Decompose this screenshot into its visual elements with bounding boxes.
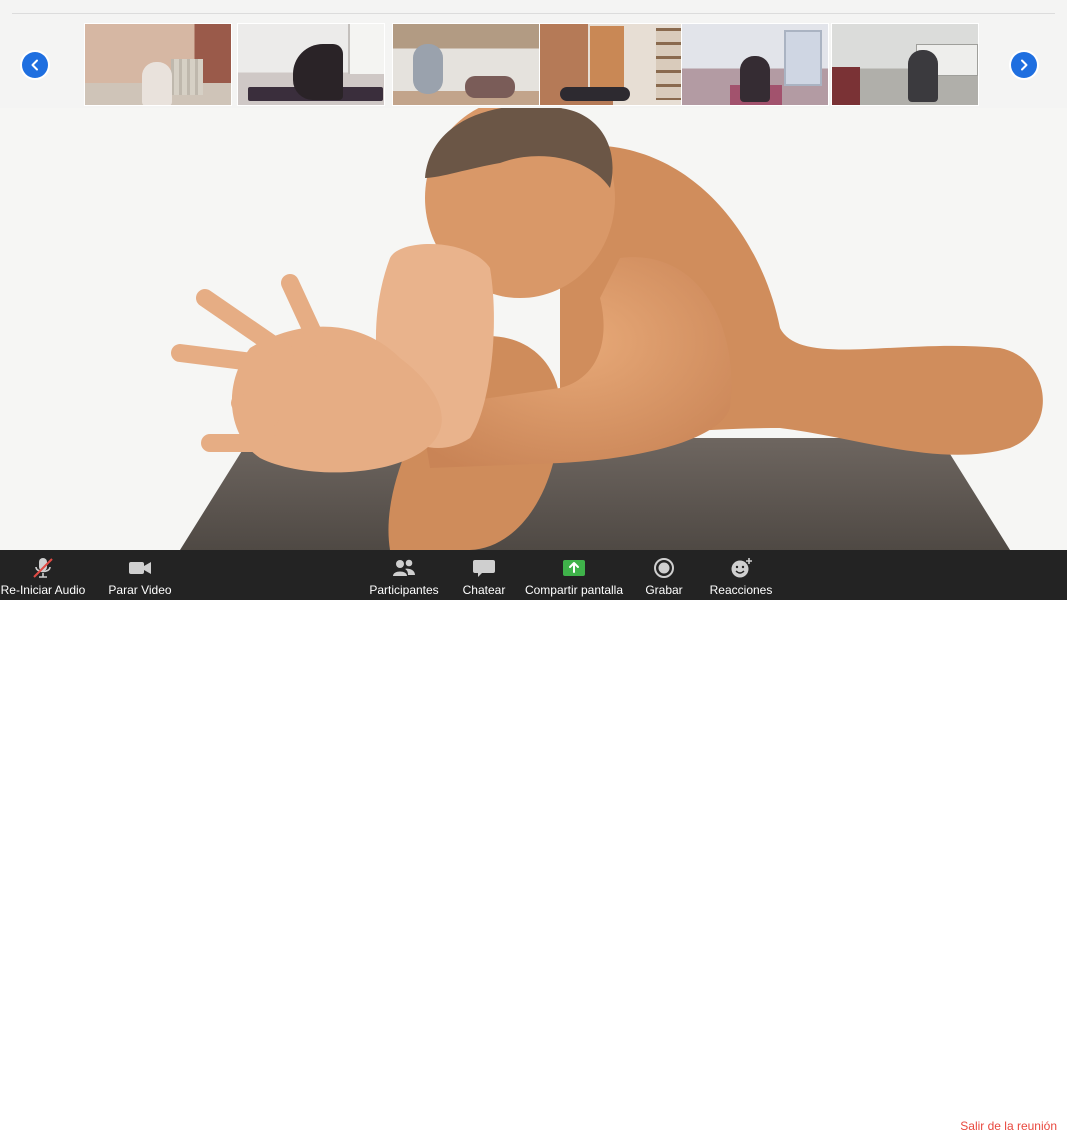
chat-label: Chatear	[462, 583, 506, 597]
participants-count: 154	[418, 1106, 437, 1118]
participant-figure	[465, 76, 515, 98]
participant-figure	[908, 50, 938, 102]
gallery-next-button[interactable]	[1011, 52, 1037, 78]
leave-meeting-button[interactable]: Salir de la reunión	[960, 1119, 1057, 1133]
record-icon	[654, 558, 674, 578]
share-screen-label: Compartir pantalla	[524, 583, 624, 597]
chat-bubble-icon	[473, 560, 495, 577]
audio-options-caret[interactable]	[89, 1113, 103, 1127]
thumbnail-window	[784, 30, 822, 86]
divider	[12, 13, 1055, 14]
stop-video-label: Parar Video	[108, 583, 172, 597]
speaker-video-frame	[0, 108, 1067, 550]
reactions-icon	[731, 558, 752, 578]
record-button[interactable]: Grabar	[640, 550, 688, 600]
stop-video-button[interactable]: Parar Video	[104, 550, 176, 600]
participants-button[interactable]: Participantes	[366, 550, 442, 600]
gallery-strip	[0, 0, 1067, 108]
unmute-audio-label: Re-Iniciar Audio	[0, 583, 86, 597]
share-screen-icon	[563, 560, 585, 576]
video-options-caret[interactable]	[178, 1113, 192, 1127]
participant-figure	[413, 44, 443, 94]
thumbnail-chair	[832, 67, 860, 105]
reactions-button[interactable]: Reacciones	[708, 550, 774, 600]
gallery-prev-button[interactable]	[22, 52, 48, 78]
record-label: Grabar	[645, 583, 683, 597]
meeting-toolbar: Re-Iniciar Audio Parar Video Participant…	[0, 550, 1067, 1133]
participant-thumbnail[interactable]	[539, 23, 687, 106]
participant-figure	[560, 87, 630, 101]
participant-thumbnail[interactable]	[84, 23, 232, 106]
participant-figure	[142, 62, 172, 105]
chat-button[interactable]: Chatear	[458, 550, 510, 600]
main-video	[0, 108, 1067, 550]
gallery-thumbnails	[84, 23, 979, 106]
unmute-audio-button[interactable]: Re-Iniciar Audio	[0, 550, 86, 600]
thumbnail-door	[348, 24, 384, 74]
participant-figure	[293, 44, 343, 100]
thumbnail-shelf	[656, 28, 682, 100]
participants-icon	[393, 559, 415, 576]
participants-label: Participantes	[369, 583, 439, 597]
video-camera-icon	[129, 562, 151, 574]
microphone-muted-icon	[33, 558, 53, 578]
participant-thumbnail[interactable]	[831, 23, 979, 106]
share-screen-button[interactable]: Compartir pantalla	[524, 550, 624, 600]
reactions-label: Reacciones	[709, 583, 773, 597]
participant-thumbnail[interactable]	[392, 23, 540, 106]
participant-thumbnail[interactable]	[681, 23, 829, 106]
chevron-left-icon	[31, 59, 38, 71]
participant-thumbnail[interactable]	[237, 23, 385, 106]
thumbnail-pallet	[171, 59, 203, 95]
chevron-right-icon	[1021, 59, 1028, 71]
participant-figure	[740, 56, 770, 102]
